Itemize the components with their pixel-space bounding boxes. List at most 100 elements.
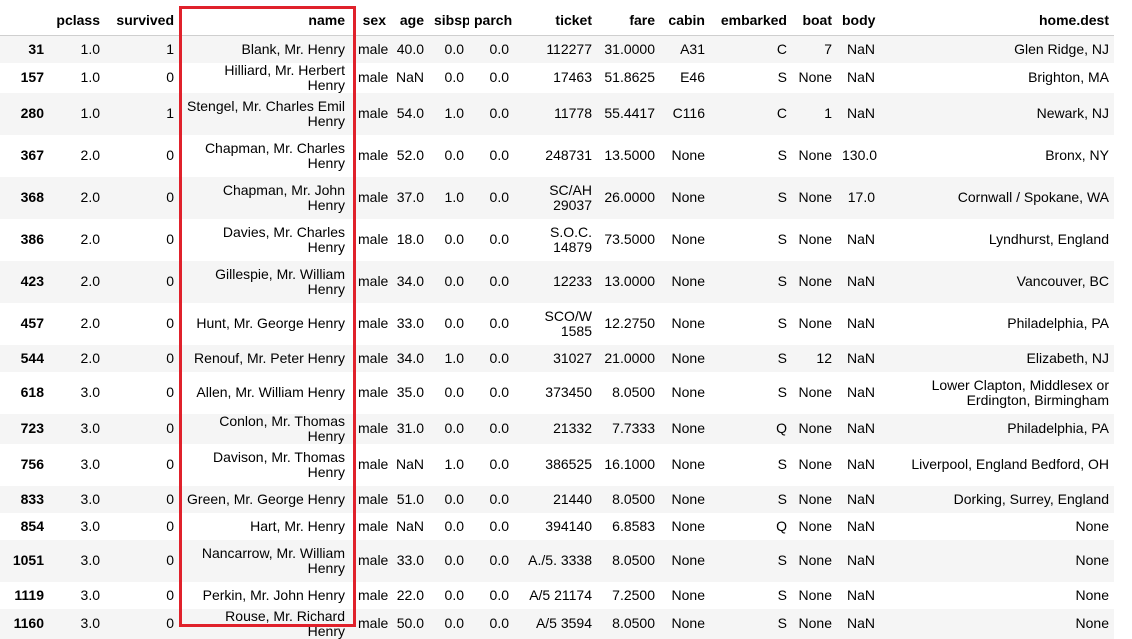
cell-parch: 0.0: [489, 420, 509, 436]
cell-sibsp: 0.0: [444, 315, 464, 331]
cell-age: NaN: [396, 456, 425, 472]
cell-pclass: 2.0: [80, 231, 100, 247]
cell-fare: 8.0500: [612, 615, 655, 631]
cell-survived: 0: [166, 147, 174, 163]
column-header-cabin: cabin: [660, 6, 710, 36]
cell-home-dest: Cornwall / Spokane, WA: [957, 189, 1109, 205]
cell-pclass: 1.0: [80, 40, 100, 57]
cell-pclass: 1.0: [80, 105, 100, 121]
cell-age: 33.0: [396, 315, 424, 331]
cell-index: 854: [20, 517, 44, 534]
column-header-boat: boat: [792, 6, 837, 36]
cell-sibsp: 0.0: [444, 420, 464, 436]
cell-cabin: None: [671, 517, 705, 534]
cell-survived: 0: [166, 517, 174, 534]
cell-survived: 0: [166, 349, 174, 366]
cell-cabin: None: [671, 586, 705, 603]
cell-index: 1119: [14, 586, 44, 603]
cell-sex: male: [358, 552, 389, 568]
column-header-fare: fare: [597, 6, 660, 36]
cell-body: NaN: [846, 490, 875, 507]
cell-sibsp: 1.0: [444, 349, 464, 366]
cell-ticket: SC/AH 29037: [549, 181, 592, 213]
table-row: 423 2.0 0 Gillespie, Mr. William Henry male 3…: [0, 260, 1114, 303]
cell-name: Hart, Mr. Henry: [250, 517, 345, 534]
cell-boat: None: [798, 273, 832, 289]
header-row: pclass survived name sex age sibsp parch…: [0, 6, 1114, 36]
cell-cabin: None: [671, 315, 705, 331]
cell-age: 34.0: [396, 349, 424, 366]
cell-body: NaN: [846, 40, 875, 57]
cell-name: Conlon, Mr. Thomas Henry: [219, 413, 345, 444]
cell-embarked: S: [777, 552, 787, 568]
cell-ticket: S.O.C. 14879: [549, 223, 592, 255]
cell-age: 37.0: [396, 189, 424, 205]
cell-sex: male: [358, 231, 389, 247]
cell-name: Nancarrow, Mr. William Henry: [201, 544, 345, 576]
table-row: 1160 3.0 0 Rouse, Mr. Richard Henry male 50.0…: [0, 608, 1114, 639]
table-row: 1119 3.0 0 Perkin, Mr. John Henry male 22.0 0.…: [0, 582, 1114, 609]
cell-embarked: S: [777, 231, 787, 247]
cell-sibsp: 0.0: [444, 586, 464, 603]
cell-boat: None: [798, 490, 832, 507]
cell-body: 130.0: [842, 147, 878, 163]
cell-parch: 0.0: [489, 586, 509, 603]
cell-cabin: None: [671, 231, 705, 247]
cell-body: NaN: [846, 315, 875, 331]
dataframe-table: pclass survived name sex age sibsp parch…: [0, 6, 1114, 639]
cell-pclass: 3.0: [80, 586, 100, 603]
cell-embarked: S: [777, 490, 787, 507]
cell-name: Blank, Mr. Henry: [241, 40, 345, 57]
cell-boat: None: [798, 456, 832, 472]
cell-index: 756: [20, 456, 44, 472]
cell-pclass: 3.0: [80, 615, 100, 631]
cell-sibsp: 1.0: [444, 105, 464, 121]
table-row: 280 1.0 1 Stengel, Mr. Charles Emil Henry ma…: [0, 92, 1114, 135]
cell-fare: 55.4417: [604, 105, 655, 121]
cell-boat: 7: [824, 40, 832, 57]
cell-parch: 0.0: [489, 40, 509, 57]
cell-boat: None: [798, 147, 832, 163]
cell-home-dest: Philadelphia, PA: [1007, 315, 1109, 331]
cell-parch: 0.0: [489, 517, 509, 534]
cell-sex: male: [358, 315, 389, 331]
cell-sibsp: 1.0: [444, 456, 464, 472]
cell-name: Perkin, Mr. John Henry: [202, 586, 345, 603]
cell-embarked: S: [777, 586, 787, 603]
table-row: 457 2.0 0 Hunt, Mr. George Henry male 33.0 0.0…: [0, 303, 1114, 345]
cell-home-dest: None: [1075, 615, 1109, 631]
cell-sex: male: [358, 586, 389, 603]
cell-parch: 0.0: [489, 189, 509, 205]
cell-boat: None: [798, 69, 832, 85]
cell-fare: 7.2500: [612, 586, 655, 603]
cell-pclass: 2.0: [80, 315, 100, 331]
cell-age: 54.0: [396, 105, 424, 121]
cell-index: 423: [20, 273, 44, 289]
cell-survived: 0: [166, 315, 174, 331]
cell-sibsp: 0.0: [444, 69, 464, 85]
cell-cabin: None: [671, 349, 705, 366]
column-header-sibsp: sibsp: [429, 6, 469, 36]
cell-sex: male: [358, 69, 389, 85]
cell-embarked: S: [777, 315, 787, 331]
cell-name: Rouse, Mr. Richard Henry: [225, 608, 345, 639]
cell-body: NaN: [846, 552, 875, 568]
cell-sibsp: 1.0: [444, 189, 464, 205]
table-row: 854 3.0 0 Hart, Mr. Henry male NaN 0.0 0.0 39414…: [0, 513, 1114, 540]
cell-parch: 0.0: [489, 315, 509, 331]
cell-fare: 26.0000: [604, 189, 655, 205]
cell-name: Allen, Mr. William Henry: [196, 384, 345, 400]
cell-index: 386: [20, 231, 44, 247]
cell-index: 833: [20, 490, 44, 507]
table-row: 386 2.0 0 Davies, Mr. Charles Henry male 18.0…: [0, 219, 1114, 261]
cell-home-dest: Philadelphia, PA: [1007, 420, 1109, 436]
cell-pclass: 3.0: [80, 420, 100, 436]
cell-survived: 0: [166, 189, 174, 205]
cell-ticket: 17463: [553, 69, 592, 85]
cell-home-dest: Elizabeth, NJ: [1026, 349, 1109, 366]
cell-fare: 6.8583: [612, 517, 655, 534]
cell-index: 157: [20, 69, 44, 85]
cell-home-dest: Lower Clapton, Middlesex or Erdington, B…: [931, 376, 1109, 408]
cell-sex: male: [358, 615, 389, 631]
cell-pclass: 2.0: [80, 189, 100, 205]
